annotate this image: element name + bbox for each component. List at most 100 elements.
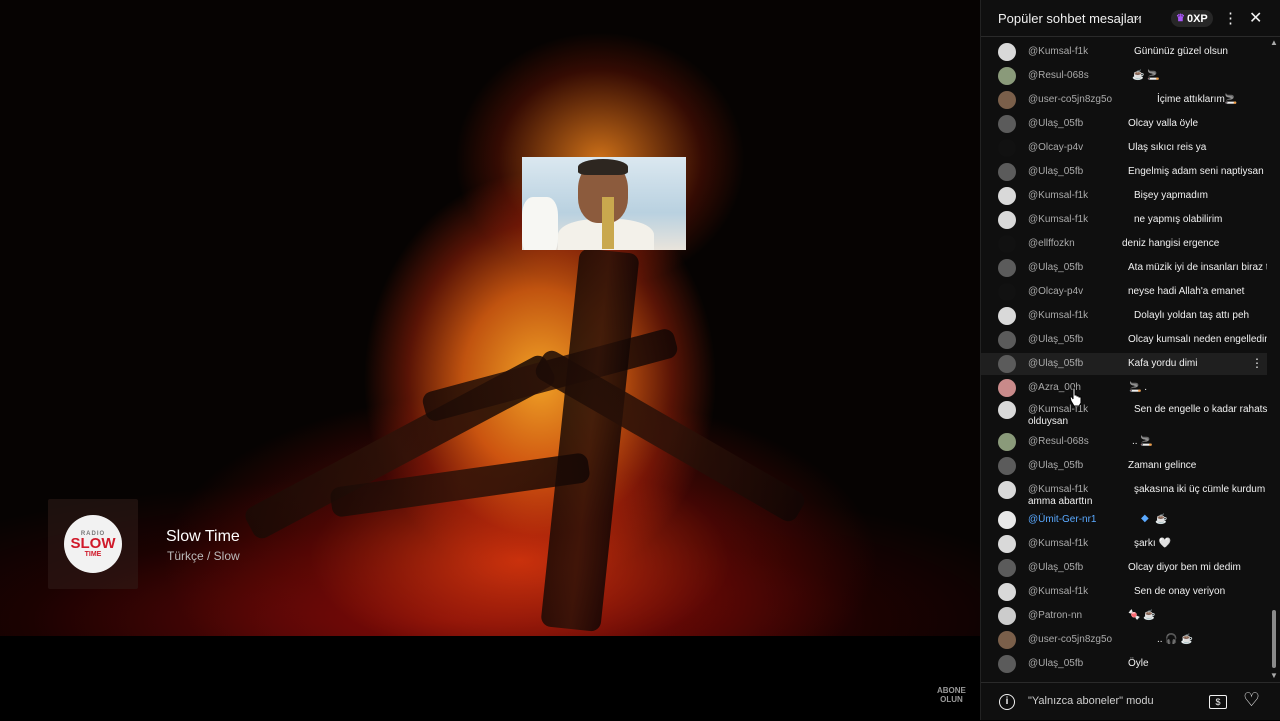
avatar[interactable]: [998, 559, 1016, 577]
avatar[interactable]: [998, 211, 1016, 229]
chat-message[interactable]: @Ulaş_05fb Ata müzik iyi de insanları bir…: [981, 257, 1267, 279]
avatar[interactable]: [998, 43, 1016, 61]
chat-message[interactable]: @user-co5jn8zg5o İçime attıklarım🚬: [981, 89, 1267, 111]
chat-message[interactable]: @Kumsal-f1k Gününüz güzel olsun: [981, 41, 1267, 63]
chat-mode-dropdown[interactable]: Popüler sohbet mesajları: [998, 11, 1142, 26]
avatar[interactable]: [998, 401, 1016, 419]
avatar[interactable]: [998, 163, 1016, 181]
chat-author[interactable]: @Kumsal-f1k: [1028, 310, 1088, 321]
chat-message-text-continued: amma abarttın: [1028, 496, 1093, 507]
scroll-up-icon[interactable]: ▲: [1270, 38, 1278, 47]
chat-author[interactable]: @user-co5jn8zg5o: [1028, 94, 1112, 105]
super-chat-icon[interactable]: $: [1209, 695, 1227, 709]
chat-message[interactable]: @Ulaş_05fb Öyle: [981, 653, 1267, 675]
chat-author[interactable]: @Kumsal-f1k: [1028, 190, 1088, 201]
chat-message[interactable]: @Kumsal-f1k Dolaylı yoldan taş attı peh: [981, 305, 1267, 327]
avatar[interactable]: [998, 457, 1016, 475]
chat-author[interactable]: @Kumsal-f1k: [1028, 484, 1088, 495]
chat-message[interactable]: @Kumsal-f1k Sen de onay veriyon: [981, 581, 1267, 603]
chat-message[interactable]: @Olcay-p4v neyse hadi Allah'a emanet: [981, 281, 1267, 303]
chat-message[interactable]: @Ulaş_05fb Zamanı gelince: [981, 455, 1267, 477]
chat-author[interactable]: @Ulaş_05fb: [1028, 460, 1083, 471]
chat-message[interactable]: @Ümit-Ger-nr1 ◆ ☕: [981, 509, 1267, 531]
chat-author[interactable]: @Patron-nn: [1028, 610, 1082, 621]
chat-author[interactable]: @ellffozkn: [1028, 238, 1075, 249]
avatar[interactable]: [998, 655, 1016, 673]
avatar[interactable]: [998, 583, 1016, 601]
chat-message[interactable]: @ellffozkn deniz hangisi ergence: [981, 233, 1267, 255]
subscribe-watermark[interactable]: ABONE OLUN: [937, 686, 966, 704]
message-menu-icon[interactable]: ⋮: [1251, 356, 1263, 370]
avatar[interactable]: [998, 115, 1016, 133]
chat-message[interactable]: @Ulaş_05fb Engelmiş adam seni naptiysan: [981, 161, 1267, 183]
chat-author[interactable]: @Olcay-p4v: [1028, 286, 1083, 297]
chat-author[interactable]: @Kumsal-f1k: [1028, 538, 1088, 549]
chat-message[interactable]: @Ulaş_05fb Olcay diyor ben mi dedim: [981, 557, 1267, 579]
chat-message[interactable]: @Kumsal-f1k Bişey yapmadım: [981, 185, 1267, 207]
chat-author[interactable]: @Kumsal-f1k: [1028, 46, 1088, 57]
scroll-down-icon[interactable]: ▼: [1270, 671, 1278, 680]
chat-author[interactable]: @Kumsal-f1k: [1028, 214, 1088, 225]
chat-scrollbar[interactable]: [1270, 48, 1276, 672]
chat-message[interactable]: @Azra_00h 🚬 .: [981, 377, 1267, 399]
scrollbar-thumb[interactable]: [1272, 610, 1276, 668]
avatar[interactable]: [998, 433, 1016, 451]
chat-message[interactable]: @user-co5jn8zg5o .. 🎧 ☕: [981, 629, 1267, 651]
chat-author[interactable]: @user-co5jn8zg5o: [1028, 634, 1112, 645]
avatar[interactable]: [998, 91, 1016, 109]
chat-message-text: Zamanı gelince: [1128, 460, 1197, 471]
heart-icon[interactable]: ♡: [1243, 689, 1260, 712]
live-chat-panel: Popüler sohbet mesajları ⌵ ♛ 0XP ⋮ ✕ @Kum…: [980, 0, 1280, 720]
chat-message[interactable]: @Kumsal-f1k ne yapmış olabilirim: [981, 209, 1267, 231]
chat-author[interactable]: @Ulaş_05fb: [1028, 358, 1083, 369]
avatar[interactable]: [998, 481, 1016, 499]
avatar[interactable]: [998, 187, 1016, 205]
avatar[interactable]: [998, 67, 1016, 85]
more-options-icon[interactable]: ⋮: [1223, 9, 1238, 27]
chat-message[interactable]: @Ulaş_05fb Olcay kumsalı neden engelledin…: [981, 329, 1267, 351]
chat-message[interactable]: @Ulaş_05fb Olcay valla öyle: [981, 113, 1267, 135]
chat-message[interactable]: @Resul-068s ☕ 🚬: [981, 65, 1267, 87]
chat-message-text: Ata müzik iyi de insanları biraz tuhaf: [1128, 262, 1267, 273]
chevron-down-icon[interactable]: ⌵: [1133, 11, 1141, 24]
avatar[interactable]: [998, 283, 1016, 301]
chat-author[interactable]: @Ulaş_05fb: [1028, 166, 1083, 177]
chat-message[interactable]: @Ulaş_05fb Kafa yordu dimi ⋮: [981, 353, 1267, 375]
avatar[interactable]: [998, 511, 1016, 529]
chat-message-text: Sen de engelle o kadar rahatsız: [1134, 404, 1267, 415]
xp-badge[interactable]: ♛ 0XP: [1171, 10, 1213, 27]
chat-message[interactable]: @Resul-068s .. 🚬: [981, 431, 1267, 453]
avatar[interactable]: [998, 607, 1016, 625]
chat-author[interactable]: @Ulaş_05fb: [1028, 658, 1083, 669]
avatar[interactable]: [998, 139, 1016, 157]
chat-message[interactable]: @Patron-nn 🍬 ☕: [981, 605, 1267, 627]
avatar[interactable]: [998, 355, 1016, 373]
avatar[interactable]: [998, 535, 1016, 553]
chat-author[interactable]: @Ulaş_05fb: [1028, 562, 1083, 573]
avatar[interactable]: [998, 235, 1016, 253]
avatar[interactable]: [998, 631, 1016, 649]
chat-author[interactable]: @Ulaş_05fb: [1028, 262, 1083, 273]
chat-author[interactable]: @Ümit-Ger-nr1: [1028, 514, 1097, 525]
avatar[interactable]: [998, 307, 1016, 325]
chat-message[interactable]: @Kumsal-f1k şakasına iki üç cümle kurdum a…: [981, 479, 1267, 509]
chat-author[interactable]: @Resul-068s: [1028, 436, 1089, 447]
chat-author[interactable]: @Resul-068s: [1028, 70, 1089, 81]
avatar[interactable]: [998, 259, 1016, 277]
chat-message[interactable]: @Kumsal-f1k Sen de engelle o kadar rahats…: [981, 399, 1267, 429]
chat-author[interactable]: @Olcay-p4v: [1028, 142, 1083, 153]
avatar[interactable]: [998, 331, 1016, 349]
chat-message[interactable]: @Kumsal-f1k şarkı 🤍: [981, 533, 1267, 555]
close-icon[interactable]: ✕: [1249, 8, 1262, 28]
chat-author[interactable]: @Kumsal-f1k: [1028, 586, 1088, 597]
chat-message-text: Öyle: [1128, 658, 1149, 669]
chat-message-text: ☕: [1155, 514, 1168, 525]
chat-author[interactable]: @Ulaş_05fb: [1028, 118, 1083, 129]
station-logo: RADIO SLOW TIME: [64, 515, 122, 573]
chat-messages-list[interactable]: @Kumsal-f1k Gününüz güzel olsun @Resul-068…: [981, 37, 1267, 680]
chat-author[interactable]: @Ulaş_05fb: [1028, 334, 1083, 345]
video-player[interactable]: RADIO SLOW TIME Slow Time Türkçe / Slow …: [0, 0, 980, 720]
chat-message[interactable]: @Olcay-p4v Ulaş sıkıcı reis ya: [981, 137, 1267, 159]
info-icon[interactable]: i: [999, 694, 1015, 710]
avatar[interactable]: [998, 379, 1016, 397]
